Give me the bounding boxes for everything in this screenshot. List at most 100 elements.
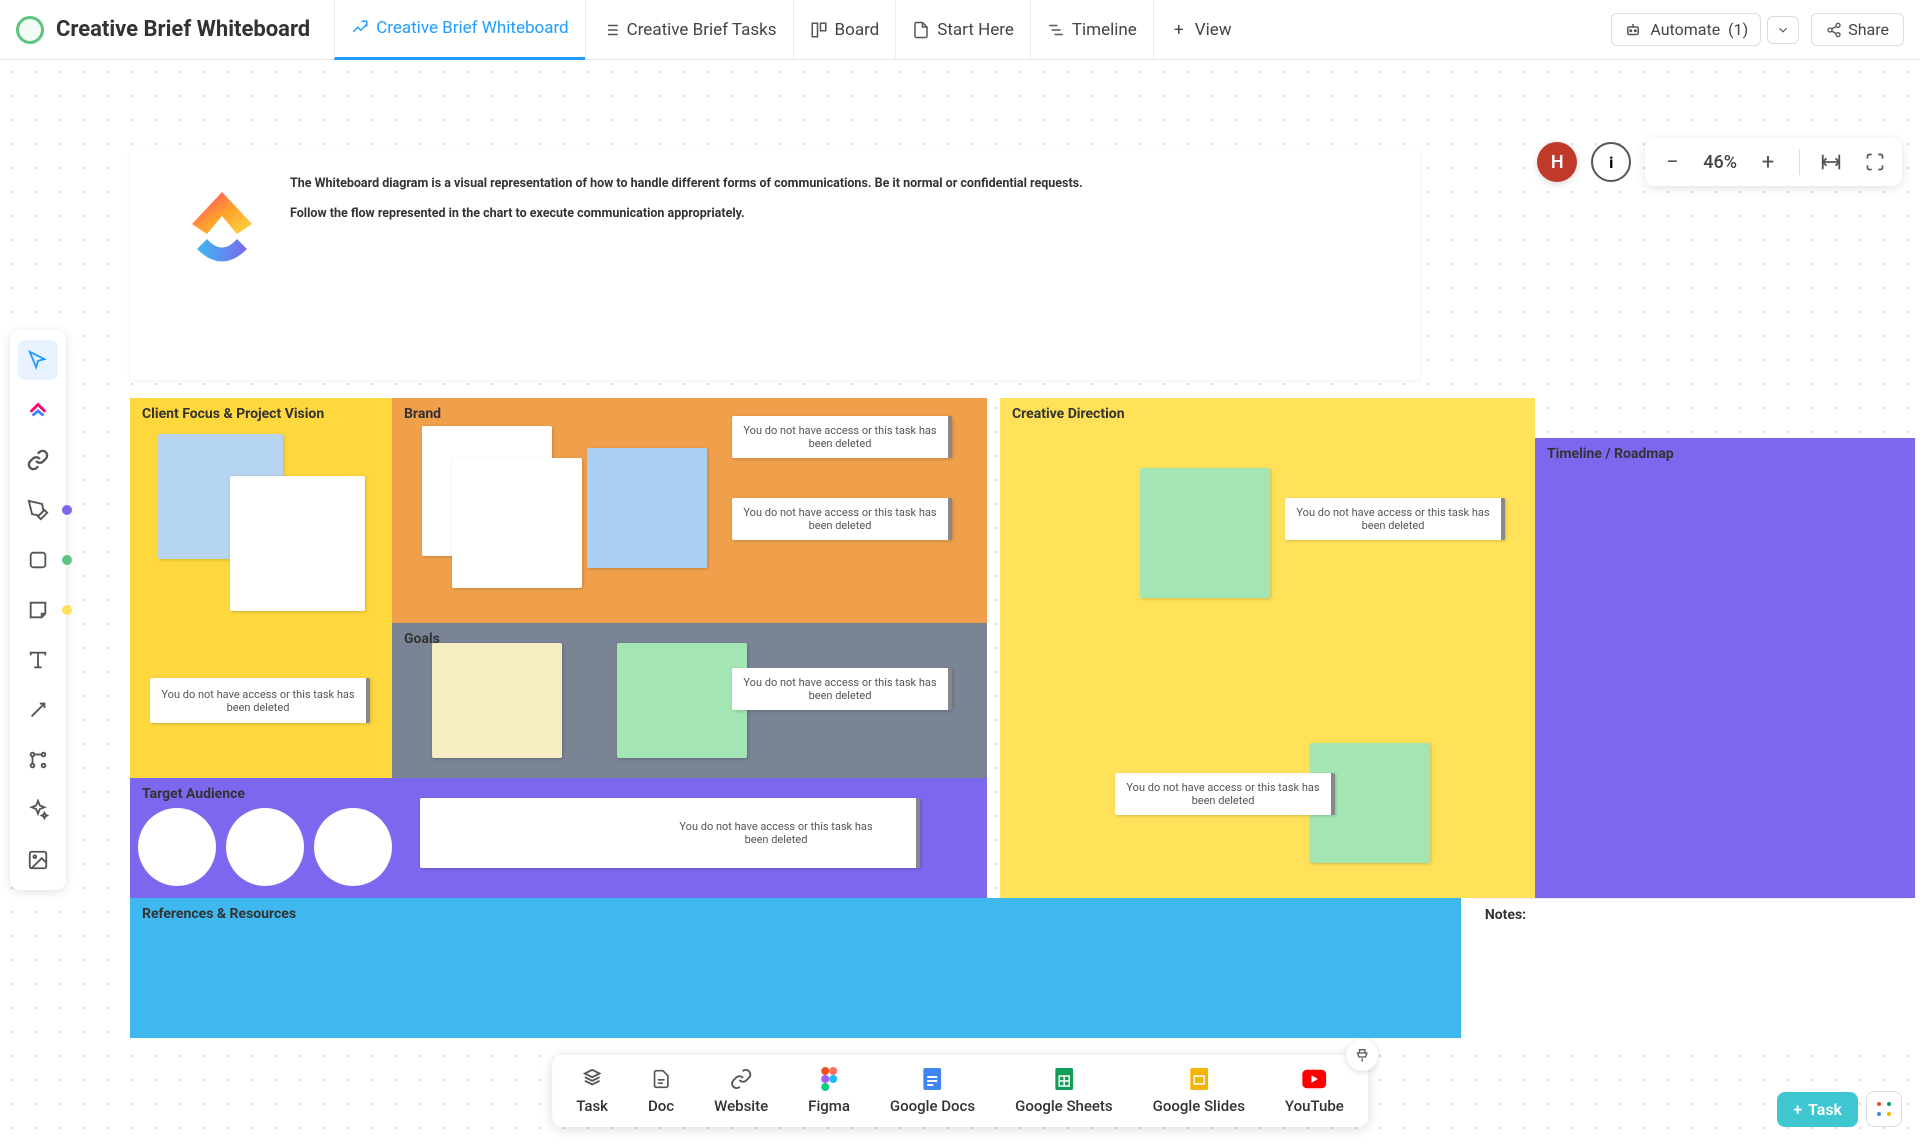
insert-google-sheets[interactable]: Google Sheets (1015, 1067, 1113, 1115)
label: Google Docs (890, 1097, 975, 1115)
insert-youtube[interactable]: YouTube (1285, 1067, 1344, 1115)
intro-card[interactable]: The Whiteboard diagram is a visual repre… (130, 150, 1420, 380)
zoom-value: 46% (1703, 152, 1737, 173)
section-goals[interactable]: Goals You do not have access or this tas… (392, 623, 987, 778)
section-target-audience[interactable]: Target Audience You do not have access o… (130, 778, 987, 898)
bottom-toolbar: Task Doc Website Figma Google Docs Googl… (552, 1055, 1368, 1127)
label: Google Sheets (1015, 1097, 1113, 1115)
task-card[interactable]: You do not have access or this task has … (1285, 498, 1505, 540)
tab-timeline[interactable]: Timeline (1030, 0, 1153, 60)
doc-icon (649, 1067, 673, 1091)
tab-add-view[interactable]: + View (1153, 0, 1248, 60)
section-title: Client Focus & Project Vision (142, 406, 380, 422)
automate-button[interactable]: Automate (1) (1611, 13, 1761, 46)
tab-start-here[interactable]: Start Here (895, 0, 1030, 60)
avatar-placeholder[interactable] (314, 808, 392, 886)
insert-google-docs[interactable]: Google Docs (890, 1067, 975, 1115)
tab-label: View (1195, 20, 1232, 40)
tool-image[interactable] (18, 840, 58, 880)
avatar-placeholder[interactable] (226, 808, 304, 886)
tab-tasks[interactable]: Creative Brief Tasks (585, 0, 793, 60)
sticky-note[interactable] (617, 643, 747, 758)
fit-width-button[interactable] (1818, 149, 1844, 175)
tab-whiteboard[interactable]: Creative Brief Whiteboard (334, 0, 584, 60)
task-card[interactable]: You do not have access or this task has … (732, 668, 952, 710)
info-button[interactable]: i (1591, 142, 1631, 182)
section-references[interactable]: References & Resources (130, 898, 1461, 1038)
automate-dropdown[interactable] (1767, 16, 1799, 44)
intro-line-2: Follow the flow represented in the chart… (290, 204, 1083, 224)
pin-button[interactable] (1346, 1039, 1378, 1071)
figma-icon (817, 1067, 841, 1091)
insert-figma[interactable]: Figma (808, 1067, 850, 1115)
section-brand[interactable]: Brand You do not have access or this tas… (392, 398, 987, 623)
link-icon (729, 1067, 753, 1091)
task-card[interactable]: You do not have access or this task has … (150, 678, 370, 723)
sticky-note[interactable] (230, 476, 365, 611)
tab-board[interactable]: Board (793, 0, 896, 60)
tab-label: Board (835, 20, 880, 40)
create-task-button[interactable]: + Task (1777, 1092, 1858, 1127)
section-client-focus[interactable]: Client Focus & Project Vision You do not… (130, 398, 392, 778)
tool-select[interactable] (18, 340, 58, 380)
zoom-bar: − 46% + (1645, 138, 1902, 186)
header-bar: Creative Brief Whiteboard Creative Brief… (0, 0, 1920, 60)
tool-link[interactable] (18, 440, 58, 480)
tool-sticky[interactable] (18, 590, 58, 630)
create-task-group: + Task (1777, 1091, 1902, 1127)
sticky-note[interactable] (587, 448, 707, 568)
insert-website[interactable]: Website (714, 1067, 768, 1115)
tool-pen[interactable] (18, 490, 58, 530)
tab-label: Creative Brief Whiteboard (376, 18, 568, 38)
task-card[interactable]: You do not have access or this task has … (420, 798, 920, 868)
automate-label: Automate (1650, 20, 1720, 39)
whiteboard: The Whiteboard diagram is a visual repre… (130, 150, 1910, 1038)
automate-count: (1) (1728, 20, 1748, 39)
apps-button[interactable] (1866, 1091, 1902, 1127)
insert-google-slides[interactable]: Google Slides (1153, 1067, 1245, 1115)
zoom-in-button[interactable]: + (1755, 149, 1781, 175)
zoom-out-button[interactable]: − (1659, 149, 1685, 175)
canvas[interactable]: H i − 46% + The Whiteboard diagram is a … (0, 60, 1920, 1145)
section-title: Notes: (1485, 907, 1898, 923)
tool-text[interactable] (18, 640, 58, 680)
insert-doc[interactable]: Doc (648, 1067, 674, 1115)
tool-connector[interactable] (18, 690, 58, 730)
avatar[interactable]: H (1537, 142, 1577, 182)
section-timeline[interactable]: Timeline / Roadmap (1535, 438, 1915, 898)
plus-icon: + (1793, 1100, 1802, 1119)
share-label: Share (1848, 20, 1889, 39)
task-card[interactable]: You do not have access or this task has … (732, 416, 952, 458)
sticky-note[interactable] (1140, 468, 1270, 598)
robot-icon (1624, 21, 1642, 39)
task-card[interactable]: You do not have access or this task has … (1115, 773, 1335, 815)
avatar-placeholder[interactable] (138, 808, 216, 886)
tool-diagram[interactable] (18, 740, 58, 780)
section-title: References & Resources (142, 906, 1449, 922)
tab-label: Creative Brief Tasks (627, 20, 777, 40)
section-creative-direction[interactable]: Creative Direction You do not have acces… (1000, 398, 1535, 898)
section-notes[interactable]: Notes: (1473, 898, 1910, 1038)
tool-clickup[interactable] (18, 390, 58, 430)
clickup-logo (182, 184, 262, 264)
tab-label: Timeline (1072, 20, 1137, 40)
label: Figma (808, 1097, 850, 1115)
share-button[interactable]: Share (1811, 13, 1904, 46)
app-icon (16, 16, 44, 44)
fullscreen-button[interactable] (1862, 149, 1888, 175)
tool-shape[interactable] (18, 540, 58, 580)
page-title: Creative Brief Whiteboard (56, 17, 310, 42)
sticky-note[interactable] (432, 643, 562, 758)
top-controls: H i − 46% + (1537, 138, 1902, 186)
timeline-icon (1047, 21, 1065, 39)
label: Doc (648, 1097, 674, 1115)
insert-task[interactable]: Task (576, 1067, 608, 1115)
task-card[interactable]: You do not have access or this task has … (732, 498, 952, 540)
section-title: Timeline / Roadmap (1547, 446, 1903, 462)
gsheets-icon (1052, 1067, 1076, 1091)
share-icon (1826, 22, 1842, 38)
sticky-note[interactable] (452, 458, 582, 588)
board-icon (810, 21, 828, 39)
tool-ai[interactable] (18, 790, 58, 830)
left-toolbar (10, 330, 66, 890)
